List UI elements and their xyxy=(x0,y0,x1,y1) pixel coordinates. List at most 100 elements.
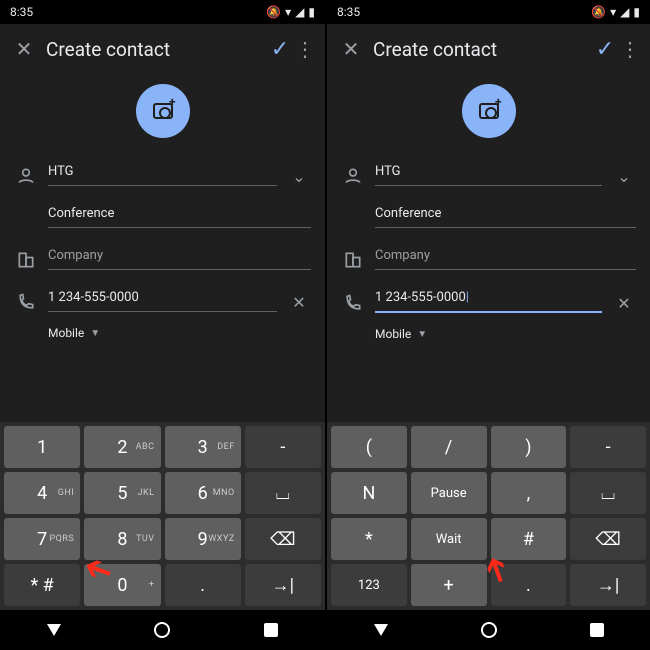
key--[interactable]: ⌴ xyxy=(245,472,321,514)
person-icon xyxy=(341,166,365,186)
key--[interactable]: + xyxy=(411,564,487,606)
phone-right: 8:35 🔕 ▾ ◢ ▮ ✕ Create contact ✓ ⋮ xyxy=(325,0,650,650)
nav-bar xyxy=(327,610,650,650)
last-name-field[interactable]: Conference xyxy=(48,200,311,228)
person-icon xyxy=(14,166,38,186)
key--[interactable]: # xyxy=(491,518,567,560)
phone-left: 8:35 🔕 ▾ ◢ ▮ ✕ Create contact ✓ ⋮ xyxy=(0,0,325,650)
dropdown-arrow-icon: ▼ xyxy=(417,329,427,340)
key--[interactable]: →| xyxy=(245,564,321,606)
dnd-icon: 🔕 xyxy=(266,5,281,19)
first-name-field[interactable]: HTG xyxy=(48,158,277,186)
status-bar: 8:35 🔕 ▾ ◢ ▮ xyxy=(327,0,650,24)
key-4[interactable]: 4GHI xyxy=(4,472,80,514)
nav-home[interactable] xyxy=(481,622,497,638)
keypad-numeric: 12ABC3DEF- 4GHI5JKL6MNO⌴ 7PQRS8TUV9WXYZ⌫ * … xyxy=(0,422,325,610)
last-name-field[interactable]: Conference xyxy=(375,200,636,228)
key-6[interactable]: 6MNO xyxy=(165,472,241,514)
avatar-area xyxy=(0,74,325,158)
camera-icon xyxy=(479,103,499,119)
key-wait[interactable]: Wait xyxy=(411,518,487,560)
add-photo-button[interactable] xyxy=(462,84,516,138)
status-time: 8:35 xyxy=(10,5,33,19)
dnd-icon: 🔕 xyxy=(591,5,606,19)
key--[interactable]: ⌫ xyxy=(570,518,646,560)
key--[interactable]: →| xyxy=(570,564,646,606)
nav-bar xyxy=(0,610,325,650)
avatar-area xyxy=(327,74,650,158)
status-icons: 🔕 ▾ ◢ ▮ xyxy=(266,5,315,19)
key--[interactable]: , xyxy=(491,472,567,514)
phone-field[interactable]: 1 234-555-0000| xyxy=(375,284,602,313)
signal-icon: ◢ xyxy=(620,5,629,19)
chevron-down-icon[interactable]: ⌄ xyxy=(612,167,636,186)
key--[interactable]: ) xyxy=(491,426,567,468)
form: HTG ⌄ Conference Company 1 234-555-0000|… xyxy=(327,158,650,351)
phone-icon xyxy=(14,292,38,312)
close-icon[interactable]: ✕ xyxy=(10,37,38,61)
key--[interactable]: * # xyxy=(4,564,80,606)
app-bar: ✕ Create contact ✓ ⋮ xyxy=(327,24,650,74)
battery-icon: ▮ xyxy=(633,5,640,19)
wifi-icon: ▾ xyxy=(285,5,291,19)
nav-home[interactable] xyxy=(154,622,170,638)
nav-recent[interactable] xyxy=(590,623,604,637)
nav-back[interactable] xyxy=(47,624,61,636)
key-n[interactable]: N xyxy=(331,472,407,514)
key--[interactable]: ⌫ xyxy=(245,518,321,560)
clear-icon[interactable]: ✕ xyxy=(612,294,636,313)
signal-icon: ◢ xyxy=(295,5,304,19)
key--[interactable]: - xyxy=(570,426,646,468)
phone-field[interactable]: 1 234-555-0000 xyxy=(48,284,277,312)
phone-type-dropdown[interactable]: Mobile ▼ xyxy=(341,327,636,341)
wifi-icon: ▾ xyxy=(610,5,616,19)
save-button[interactable]: ✓ xyxy=(265,37,295,62)
app-bar: ✕ Create contact ✓ ⋮ xyxy=(0,24,325,74)
key-123[interactable]: 123 xyxy=(331,564,407,606)
add-photo-button[interactable] xyxy=(136,84,190,138)
more-icon[interactable]: ⋮ xyxy=(295,37,315,61)
key-5[interactable]: 5JKL xyxy=(84,472,160,514)
key-7[interactable]: 7PQRS xyxy=(4,518,80,560)
company-icon xyxy=(341,250,365,270)
key-3[interactable]: 3DEF xyxy=(165,426,241,468)
more-icon[interactable]: ⋮ xyxy=(620,37,640,61)
keypad-symbols: (/)- NPause,⌴ *Wait#⌫ 123+.→| xyxy=(327,422,650,610)
form: HTG ⌄ Conference Company 1 234-555-0000 … xyxy=(0,158,325,350)
key--[interactable]: * xyxy=(331,518,407,560)
nav-recent[interactable] xyxy=(264,623,278,637)
key--[interactable]: / xyxy=(411,426,487,468)
key-2[interactable]: 2ABC xyxy=(84,426,160,468)
key--[interactable]: ( xyxy=(331,426,407,468)
close-icon[interactable]: ✕ xyxy=(337,37,365,61)
clear-icon[interactable]: ✕ xyxy=(287,293,311,312)
first-name-field[interactable]: HTG xyxy=(375,158,602,186)
phone-icon xyxy=(341,293,365,313)
chevron-down-icon[interactable]: ⌄ xyxy=(287,167,311,186)
key--[interactable]: ⌴ xyxy=(570,472,646,514)
company-field[interactable]: Company xyxy=(375,242,636,270)
key-pause[interactable]: Pause xyxy=(411,472,487,514)
text-cursor: | xyxy=(466,290,469,305)
company-icon xyxy=(14,250,38,270)
key-1[interactable]: 1 xyxy=(4,426,80,468)
phone-type-label: Mobile xyxy=(48,326,84,340)
status-time: 8:35 xyxy=(337,5,360,19)
key-8[interactable]: 8TUV xyxy=(84,518,160,560)
phone-type-dropdown[interactable]: Mobile ▼ xyxy=(14,326,311,340)
camera-icon xyxy=(153,103,173,119)
phone-type-label: Mobile xyxy=(375,327,411,341)
page-title: Create contact xyxy=(365,38,590,61)
key-9[interactable]: 9WXYZ xyxy=(165,518,241,560)
status-bar: 8:35 🔕 ▾ ◢ ▮ xyxy=(0,0,325,24)
key--[interactable]: - xyxy=(245,426,321,468)
key-0[interactable]: 0+ xyxy=(84,564,160,606)
battery-icon: ▮ xyxy=(308,5,315,19)
status-icons: 🔕 ▾ ◢ ▮ xyxy=(591,5,640,19)
page-title: Create contact xyxy=(38,38,265,61)
nav-back[interactable] xyxy=(374,624,388,636)
save-button[interactable]: ✓ xyxy=(590,37,620,62)
key--[interactable]: . xyxy=(165,564,241,606)
key--[interactable]: . xyxy=(491,564,567,606)
company-field[interactable]: Company xyxy=(48,242,311,270)
